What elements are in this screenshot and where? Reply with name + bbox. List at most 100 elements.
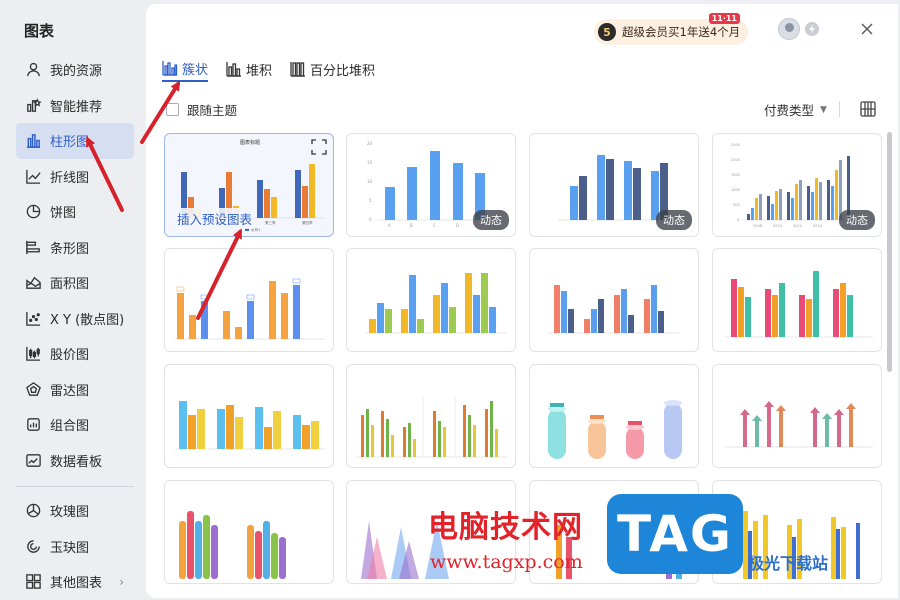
close-button[interactable] [856, 18, 878, 40]
dynamic-badge: 动态 [839, 210, 875, 230]
dynamic-badge: 动态 [473, 210, 509, 230]
caret-down-icon: ▼ [820, 104, 827, 115]
sidebar-item-label: 玫瑰图 [50, 505, 90, 521]
sidebar-item-label: 折线图 [50, 170, 90, 186]
bar-chart-icon [24, 132, 42, 150]
combo-chart-icon [24, 416, 42, 434]
sidebar-item-pie-chart[interactable]: 饼图 [16, 194, 134, 230]
lightning-icon[interactable] [804, 21, 820, 37]
tab-percent-stacked[interactable]: 百分比堆积 [290, 56, 375, 82]
pay-type-dropdown[interactable]: 付费类型 ▼ [764, 100, 827, 119]
chart-thumbnail [725, 271, 873, 338]
svg-text:B: B [410, 223, 413, 228]
svg-text:2000: 2000 [731, 158, 740, 162]
chart-template-card[interactable] [346, 248, 516, 352]
grid-view-icon[interactable] [860, 101, 876, 117]
svg-text:C: C [433, 223, 436, 228]
chart-template-card[interactable]: 0 5 10 15 20 A B C D 动态 [346, 133, 516, 237]
svg-text:2014: 2014 [813, 224, 823, 228]
avatar[interactable] [778, 18, 800, 40]
expand-icon[interactable] [311, 139, 327, 155]
stock-chart-icon [24, 345, 42, 363]
sidebar-item-stock-chart[interactable]: 股价图 [16, 336, 134, 372]
clustered-bar-icon [162, 61, 178, 76]
watermark-tag-logo: TAG [607, 494, 743, 574]
sidebar-item-radar-chart[interactable]: 雷达图 [16, 372, 134, 408]
user-icon [24, 61, 42, 79]
chevron-right-icon: › [119, 574, 124, 589]
chart-template-card[interactable] [164, 248, 334, 352]
svg-text:2012: 2012 [793, 224, 802, 228]
sidebar-item-label: 面积图 [50, 277, 90, 293]
chart-template-card[interactable] [164, 480, 334, 584]
sidebar-title: 图表 [24, 22, 55, 40]
sidebar-item-smart-recommend[interactable]: 智能推荐 [16, 88, 134, 124]
sidebar-item-label: 智能推荐 [50, 99, 103, 115]
chart-thumbnail [725, 401, 873, 448]
tab-label: 簇状 [182, 62, 209, 78]
promo-text: 超级会员买1年送4个月 [622, 25, 741, 39]
sidebar-item-combo-chart[interactable]: 组合图 [16, 407, 134, 443]
rose-chart-icon [24, 502, 42, 520]
chart-template-card[interactable]: 图表标题 第三季 第四季 系列1 插入预设图表 [164, 133, 334, 237]
pay-type-label: 付费类型 [764, 103, 815, 118]
svg-text:0: 0 [737, 218, 739, 222]
chart-template-card[interactable]: 2500 2000 1500 1000 500 0 2008 2010 2012 20… [712, 133, 882, 237]
chart-template-card[interactable] [712, 248, 882, 352]
insert-preset-chart-link[interactable]: 插入预设图表 [175, 208, 255, 229]
sidebar-item-my-resources[interactable]: 我的资源 [16, 52, 134, 88]
chart-template-card[interactable] [164, 364, 334, 468]
sidebar-item-label: 饼图 [50, 206, 77, 222]
sidebar-item-other-charts[interactable]: 其他图表 › [16, 564, 134, 600]
tab-label: 堆积 [246, 63, 273, 79]
pie-chart-icon [24, 203, 42, 221]
sidebar-item-line-chart[interactable]: 折线图 [16, 159, 134, 195]
svg-text:第三季: 第三季 [265, 220, 276, 225]
svg-text:5: 5 [369, 198, 372, 203]
line-chart-icon [24, 167, 42, 185]
sidebar-item-label: 数据看板 [50, 454, 103, 470]
scatter-icon [24, 309, 42, 327]
sidebar-item-scatter[interactable]: X Y (散点图) [16, 301, 134, 337]
percent-stacked-bar-icon [290, 62, 306, 77]
sidebar-item-label: X Y (散点图) [50, 312, 125, 328]
close-icon [861, 23, 873, 35]
checkbox[interactable] [166, 103, 179, 116]
follow-theme-checkbox[interactable]: 跟随主题 [166, 100, 237, 119]
svg-text:1000: 1000 [731, 188, 740, 192]
chart-template-card[interactable] [529, 248, 699, 352]
sidebar-item-label: 条形图 [50, 241, 90, 257]
sidebar-item-dashboard[interactable]: 数据看板 [16, 443, 134, 479]
follow-theme-label: 跟随主题 [187, 103, 238, 118]
sidebar-item-label: 其他图表 [50, 576, 103, 592]
recommend-icon [24, 96, 42, 114]
chart-template-card[interactable]: 动态 [529, 133, 699, 237]
chart-template-card[interactable] [712, 364, 882, 468]
svg-text:10: 10 [367, 179, 373, 184]
promo-banner[interactable]: 5 超级会员买1年送4个月 11·11 [594, 13, 748, 45]
chart-template-card[interactable] [529, 364, 699, 468]
watermark-site: 极光下载站 [748, 554, 829, 573]
sidebar-item-horizontal-bar[interactable]: 条形图 [16, 230, 134, 266]
sidebar-item-area-chart[interactable]: 面积图 [16, 265, 134, 301]
watermark-text: 电脑技术网 [428, 510, 583, 545]
tab-clustered[interactable]: 簇状 [162, 56, 209, 82]
sidebar-item-jade-ring[interactable]: 玉玦图 [16, 529, 134, 565]
tab-stacked[interactable]: 堆积 [226, 56, 272, 82]
other-charts-icon [24, 573, 42, 591]
svg-text:第四季: 第四季 [302, 220, 313, 225]
sidebar-item-label: 我的资源 [50, 64, 103, 80]
dynamic-badge: 动态 [656, 210, 692, 230]
sidebar: 图表 我的资源 智能推荐 柱形图 折线图 饼图 条形图 面积图 X Y (散点图… [0, 0, 146, 600]
svg-text:20: 20 [367, 141, 373, 146]
svg-text:A: A [388, 223, 391, 228]
chart-template-card[interactable] [346, 364, 516, 468]
chart-thumbnail [357, 395, 507, 458]
chart-thumbnail [365, 273, 507, 334]
sidebar-item-bar-chart[interactable]: 柱形图 [16, 123, 134, 159]
sidebar-item-rose-chart[interactable]: 玫瑰图 [16, 493, 134, 529]
scrollbar[interactable] [887, 132, 892, 372]
chart-thumbnail [548, 285, 680, 334]
sidebar-list: 我的资源 智能推荐 柱形图 折线图 饼图 条形图 面积图 X Y (散点图) 股… [16, 52, 134, 600]
watermark-url: www.tagxp.com [430, 551, 583, 573]
